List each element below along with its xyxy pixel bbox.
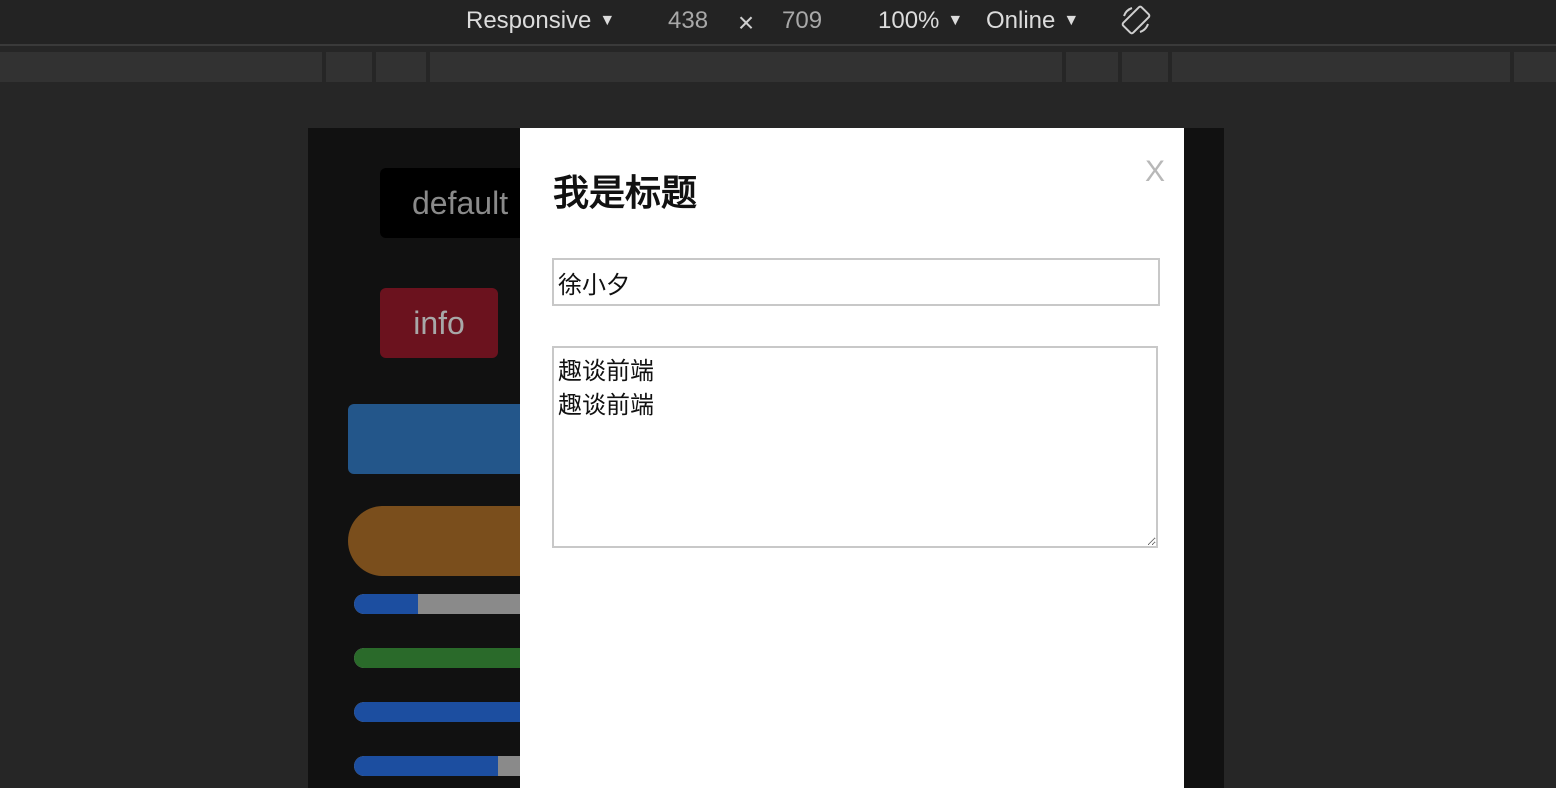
modal-title: 我是标题 xyxy=(553,172,698,213)
zoom-label: 100% xyxy=(878,7,940,34)
zoom-select[interactable]: 100% ▼ xyxy=(878,6,963,36)
rotate-icon[interactable] xyxy=(1120,4,1152,36)
viewport-height-input[interactable]: 709 xyxy=(782,6,822,36)
content-textarea[interactable]: 趣谈前端 趣谈前端 xyxy=(552,346,1158,548)
name-input[interactable] xyxy=(552,258,1160,306)
modal-dialog: 我是标题 X 趣谈前端 趣谈前端 xyxy=(520,128,1184,788)
media-query-segment[interactable] xyxy=(1122,52,1168,82)
media-query-segment[interactable] xyxy=(1514,52,1556,82)
progress-bar-fill xyxy=(354,594,418,614)
media-query-segment[interactable] xyxy=(1172,52,1510,82)
device-toolbar: Responsive ▼ 438 × 709 100% ▼ Online ▼ xyxy=(0,0,1556,46)
chevron-down-icon: ▼ xyxy=(947,12,964,29)
media-query-segment[interactable] xyxy=(430,52,1062,82)
network-label: Online xyxy=(986,7,1056,34)
chevron-down-icon: ▼ xyxy=(599,12,616,29)
device-mode-select[interactable]: Responsive ▼ xyxy=(466,6,615,36)
dimension-times-icon: × xyxy=(737,7,755,38)
media-query-bar xyxy=(0,50,1556,84)
device-mode-label: Responsive xyxy=(466,7,592,34)
media-query-segment[interactable] xyxy=(376,52,426,82)
close-icon[interactable]: X xyxy=(1140,152,1170,192)
media-query-segment[interactable] xyxy=(326,52,372,82)
network-throttle-select[interactable]: Online ▼ xyxy=(986,6,1079,36)
info-button[interactable]: info xyxy=(380,288,498,358)
progress-bar-fill xyxy=(354,756,498,776)
media-query-segment[interactable] xyxy=(1066,52,1118,82)
viewport-width-input[interactable]: 438 xyxy=(668,6,708,36)
chevron-down-icon: ▼ xyxy=(1063,12,1080,29)
media-query-segment[interactable] xyxy=(0,52,322,82)
